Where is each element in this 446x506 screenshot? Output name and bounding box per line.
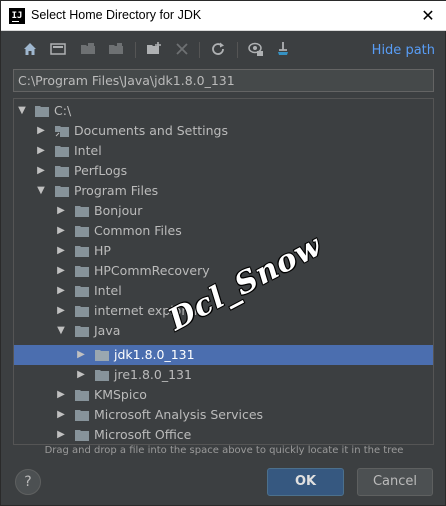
collapsed-arrow-icon[interactable]: ▶	[55, 405, 67, 425]
cancel-button[interactable]: Cancel	[357, 468, 433, 496]
tree-item-label: Microsoft Office	[94, 427, 192, 442]
tree-item-selected[interactable]: ▶ jdk1.8.0_131	[14, 345, 433, 365]
title-bar: IJ Select Home Directory for JDK ✕	[1, 1, 446, 31]
path-input[interactable]: C:\Program Files\Java\jdk1.8.0_131	[13, 69, 434, 92]
drag-drop-hint: Drag and drop a file into the space abov…	[44, 445, 404, 456]
jdk-icon[interactable]	[275, 40, 293, 58]
folder-icon	[54, 184, 70, 198]
hide-path-link[interactable]: Hide path	[372, 43, 435, 58]
expand-arrow-icon[interactable]: ▼	[55, 321, 67, 341]
folder-icon	[94, 348, 110, 362]
collapsed-arrow-icon[interactable]: ▶	[35, 141, 47, 161]
module-icon[interactable]	[107, 40, 125, 58]
toolbar-separator	[135, 42, 136, 58]
collapsed-arrow-icon[interactable]: ▶	[75, 365, 87, 385]
tree-item-label: Java	[94, 323, 121, 338]
tree-item[interactable]: ▼ Java	[14, 321, 433, 341]
tree-item[interactable]: ▶ Documents and Settings	[14, 121, 433, 141]
collapsed-arrow-icon[interactable]: ▶	[55, 385, 67, 405]
close-button[interactable]: ✕	[417, 5, 439, 27]
intellij-app-icon: IJ	[9, 8, 25, 24]
tree-item-label: Intel	[94, 283, 122, 298]
tree-item[interactable]: ▶ HP	[14, 241, 433, 261]
tree-item[interactable]: ▶ Intel	[14, 141, 433, 161]
collapsed-arrow-icon[interactable]: ▶	[55, 281, 67, 301]
collapsed-arrow-icon[interactable]: ▶	[75, 345, 87, 365]
tree-item-c-drive[interactable]: ▼ C:\	[14, 101, 433, 121]
tree-item[interactable]: ▶ Bonjour	[14, 201, 433, 221]
collapsed-arrow-icon[interactable]: ▶	[55, 261, 67, 281]
tree-item-label: Microsoft Analysis Services	[94, 407, 264, 422]
collapsed-arrow-icon[interactable]: ▶	[55, 221, 67, 241]
toolbar-separator	[199, 42, 200, 58]
folder-icon	[74, 264, 90, 278]
tree-item-label: Program Files	[74, 183, 159, 198]
toolbar-separator	[237, 42, 238, 58]
tree-item-label: Bonjour	[94, 203, 143, 218]
refresh-icon[interactable]	[209, 40, 227, 58]
folder-icon	[74, 224, 90, 238]
tree-item[interactable]: ▶ Microsoft Office	[14, 425, 433, 444]
folder-icon	[74, 324, 90, 338]
folder-icon	[74, 244, 90, 258]
tree-item[interactable]: ▶ KMSpico	[14, 385, 433, 405]
tree-item[interactable]: ▼ Program Files	[14, 181, 433, 201]
collapsed-arrow-icon[interactable]: ▶	[35, 121, 47, 141]
dialog-title: Select Home Directory for JDK	[31, 8, 202, 22]
tree-item[interactable]: ▶ Common Files	[14, 221, 433, 241]
tree-item-label: jre1.8.0_131	[114, 367, 192, 382]
folder-icon	[54, 144, 70, 158]
folder-icon	[74, 304, 90, 318]
folder-icon	[94, 368, 110, 382]
ok-button[interactable]: OK	[267, 468, 344, 496]
folder-icon	[74, 204, 90, 218]
jdk-home-dialog: IJ Select Home Directory for JDK ✕ Hide …	[0, 0, 446, 506]
tree-item[interactable]: ▶ PerfLogs	[14, 161, 433, 181]
desktop-icon[interactable]	[49, 40, 67, 58]
show-hidden-icon[interactable]	[247, 40, 265, 58]
collapsed-arrow-icon[interactable]: ▶	[55, 241, 67, 261]
tree-item-label: HP	[94, 243, 111, 258]
tree-item[interactable]: ▶ jre1.8.0_131	[14, 365, 433, 385]
folder-icon	[54, 164, 70, 178]
tree-item-label: Intel	[74, 143, 102, 158]
expand-arrow-icon[interactable]: ▼	[16, 101, 28, 121]
collapsed-arrow-icon[interactable]: ▶	[35, 161, 47, 181]
tree-item-label: Documents and Settings	[74, 123, 229, 138]
delete-icon[interactable]	[173, 40, 191, 58]
collapsed-arrow-icon[interactable]: ▶	[55, 425, 67, 444]
folder-icon	[74, 408, 90, 422]
tree-item[interactable]: ▶ Microsoft Analysis Services	[14, 405, 433, 425]
tree-item-label: KMSpico	[94, 387, 147, 402]
tree-item-label: HPCommRecovery	[94, 263, 210, 278]
folder-link-icon	[54, 124, 70, 138]
tree-item-label: PerfLogs	[74, 163, 128, 178]
project-icon[interactable]	[79, 40, 97, 58]
tree-item-label: C:\	[54, 103, 72, 118]
help-button[interactable]: ?	[15, 469, 41, 495]
collapsed-arrow-icon[interactable]: ▶	[55, 301, 67, 321]
tree-item-label: Common Files	[94, 223, 182, 238]
drive-icon	[34, 104, 50, 118]
toolbar: Hide path	[1, 35, 446, 65]
folder-icon	[74, 284, 90, 298]
new-folder-icon[interactable]	[145, 40, 163, 58]
expand-arrow-icon[interactable]: ▼	[35, 181, 47, 201]
home-icon[interactable]	[21, 40, 39, 58]
folder-icon	[74, 388, 90, 402]
folder-icon	[74, 428, 90, 442]
directory-tree[interactable]: ▼ C:\ ▶ Documents and Settings ▶ Intel ▶…	[13, 98, 434, 445]
tree-item-label: jdk1.8.0_131	[114, 347, 195, 362]
collapsed-arrow-icon[interactable]: ▶	[55, 201, 67, 221]
